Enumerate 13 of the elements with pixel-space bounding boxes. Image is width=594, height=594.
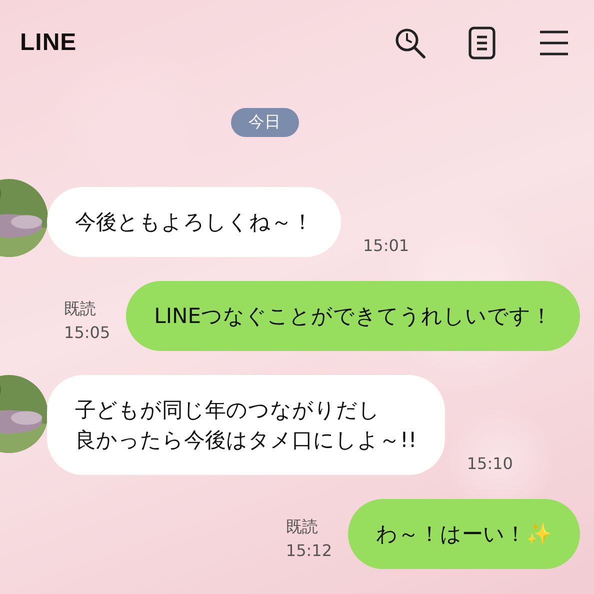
- message-text: わ～！はーい！✨: [376, 521, 552, 548]
- message-time: 15:10: [466, 454, 513, 473]
- message-text: 良かったら今後はタメ口にしよ～!!: [75, 427, 417, 454]
- message-text: LINEつなぐことができてうれしいです！: [154, 303, 552, 330]
- date-label: 今日: [230, 108, 298, 137]
- message-time: 15:12: [286, 540, 332, 562]
- message-text: 今後ともよろしくね～！: [75, 209, 313, 236]
- message-text: 子どもが同じ年のつながりだし: [75, 397, 381, 424]
- read-receipt: 既読: [64, 298, 96, 320]
- message-time: 15:01: [363, 236, 410, 255]
- read-receipt: 既読: [286, 516, 318, 538]
- app-title: LINE: [20, 28, 77, 56]
- message-time: 15:05: [64, 322, 110, 344]
